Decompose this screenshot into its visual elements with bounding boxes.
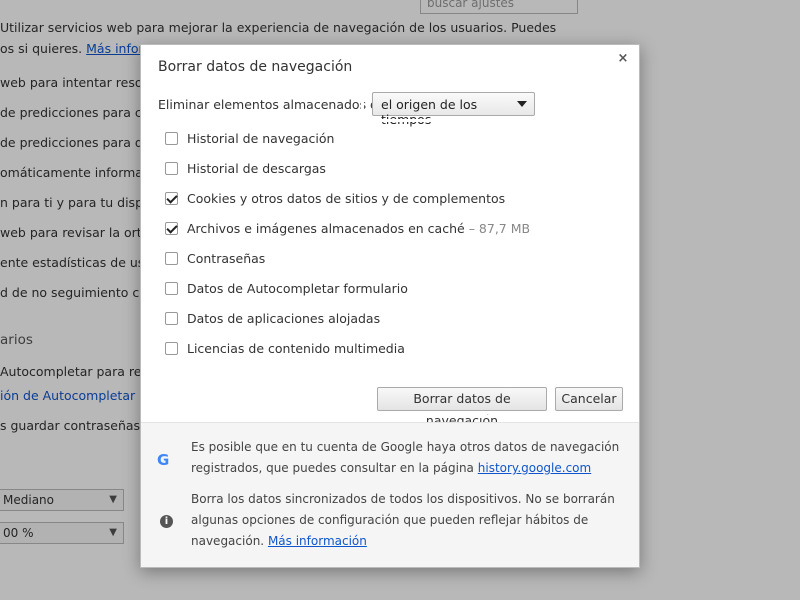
option-cache[interactable]: Archivos e imágenes almacenados en caché…	[165, 218, 530, 238]
google-account-note: Es posible que en tu cuenta de Google ha…	[191, 437, 621, 479]
clear-data-button[interactable]: Borrar datos de navegación	[377, 387, 547, 428]
option-label: Datos de aplicaciones alojadas	[187, 310, 381, 326]
checkbox-checked[interactable]	[165, 191, 178, 205]
checkbox[interactable]	[165, 281, 178, 295]
checkbox[interactable]	[165, 311, 178, 325]
option-label: Licencias de contenido multimedia	[187, 340, 405, 356]
option-label: Historial de descargas	[187, 160, 326, 176]
history-google-link[interactable]: history.google.com	[478, 461, 591, 475]
sync-note-text: Borra los datos sincronizados de todos l…	[191, 492, 615, 548]
time-range-select[interactable]: el origen de los tiempos	[372, 92, 535, 127]
caret-down-icon	[517, 101, 527, 107]
option-label: Historial de navegación	[187, 130, 335, 146]
checkbox[interactable]	[165, 341, 178, 355]
checkbox-checked[interactable]	[165, 221, 178, 235]
option-label: Archivos e imágenes almacenados en caché	[187, 220, 465, 236]
option-browsing-history[interactable]: Historial de navegación	[165, 128, 334, 148]
dialog-footer: G Es posible que en tu cuenta de Google …	[141, 422, 639, 567]
checkbox[interactable]	[165, 161, 178, 175]
option-hosted-app-data[interactable]: Datos de aplicaciones alojadas	[165, 308, 380, 328]
close-icon[interactable]: ×	[615, 51, 631, 67]
checkbox[interactable]	[165, 131, 178, 145]
cache-size: – 87,7 MB	[468, 220, 531, 236]
option-passwords[interactable]: Contraseñas	[165, 248, 265, 268]
cancel-button[interactable]: Cancelar	[555, 387, 623, 411]
option-download-history[interactable]: Historial de descargas	[165, 158, 326, 178]
info-icon: i	[160, 515, 173, 528]
option-label: Datos de Autocompletar formulario	[187, 280, 408, 296]
option-label: Cookies y otros datos de sitios y de com…	[187, 190, 506, 206]
option-media-licenses[interactable]: Licencias de contenido multimedia	[165, 338, 405, 358]
google-icon: G	[157, 451, 170, 469]
option-cookies[interactable]: Cookies y otros datos de sitios y de com…	[165, 188, 505, 208]
more-info-link[interactable]: Más información	[268, 534, 367, 548]
option-label: Contraseñas	[187, 250, 266, 266]
sync-note: Borra los datos sincronizados de todos l…	[191, 489, 621, 552]
option-autofill[interactable]: Datos de Autocompletar formulario	[165, 278, 408, 298]
clear-browsing-data-dialog: Borrar datos de navegación × Eliminar el…	[140, 44, 640, 568]
checkbox[interactable]	[165, 251, 178, 265]
dialog-title: Borrar datos de navegación	[158, 59, 353, 75]
time-range-value: el origen de los tiempos	[381, 97, 478, 127]
